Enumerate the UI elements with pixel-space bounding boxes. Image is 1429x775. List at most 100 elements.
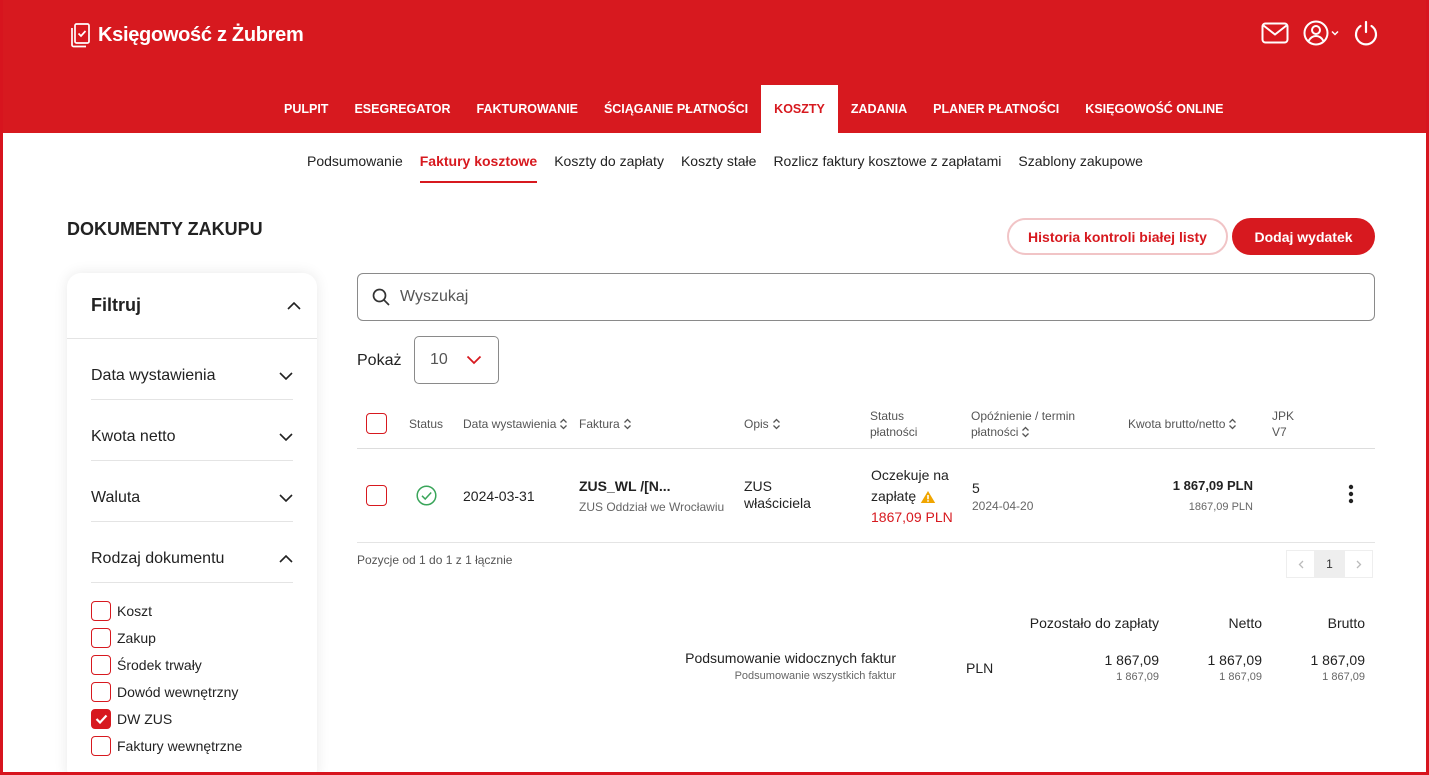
doc-type-option: Faktury wewnętrzne [91,732,293,759]
mail-icon[interactable] [1261,22,1289,44]
col-header-desc[interactable]: Opis [744,416,781,432]
row-invoice-number[interactable]: ZUS_WL /[N... [579,478,671,495]
col-header-invoice[interactable]: Faktura [579,416,632,432]
row-gross-amount: 1 867,09 PLN [1172,478,1253,493]
more-vertical-icon[interactable] [1344,483,1358,505]
row-pay-status-line1: Oczekuje na [871,467,949,483]
filter-section-doc-type[interactable]: Rodzaj dokumentu [91,522,293,583]
row-delay-days: 5 [972,480,980,496]
subnav-koszty-do-zaplaty[interactable]: Koszty do zapłaty [554,153,664,183]
table-row-divider [357,542,1375,543]
nav-sciaganie-platnosci[interactable]: ŚCIĄGANIE PŁATNOŚCI [591,85,761,133]
page-title: DOKUMENTY ZAKUPU [67,219,263,239]
power-icon[interactable] [1353,20,1379,46]
sort-icon [1022,426,1030,438]
checkbox-checked[interactable] [91,708,111,729]
doc-type-option: Zakup [91,624,293,651]
nav-pulpit[interactable]: PULPIT [271,85,341,133]
col-header-amount[interactable]: Kwota brutto/netto [1128,416,1237,432]
filter-section-label: Rodzaj dokumentu [91,550,225,567]
summary-header-remaining: Pozostało do zapłaty [1029,615,1159,631]
nav-koszty[interactable]: KOSZTY [761,85,838,133]
filter-section-currency[interactable]: Waluta [91,461,293,522]
user-menu[interactable] [1303,20,1339,46]
chevron-down-icon [466,355,482,365]
top-header: Księgowość z Żubrem PULPIT ESEGREGATOR F… [0,0,1429,133]
subnav-rozlicz-faktury[interactable]: Rozlicz faktury kosztowe z zapłatami [773,153,1001,183]
filter-section-label: Data wystawienia [91,367,216,384]
col-header-delay[interactable]: Opóźnienie / termin płatności [971,408,1075,440]
col-header-label: V7 [1272,425,1287,439]
history-whitelist-button[interactable]: Historia kontroli białej listy [1007,218,1228,255]
checkbox[interactable] [91,735,111,756]
filter-section-label: Waluta [91,489,141,506]
row-pay-amount: 1867,09 PLN [871,509,953,525]
subnav-faktury-kosztowe[interactable]: Faktury kosztowe [419,153,538,183]
page-size-value: 10 [430,351,448,368]
status-ok-icon [416,485,437,506]
pagination-info: Pozycje od 1 do 1 z 1 łącznie [357,553,513,567]
page-size-select[interactable]: 10 [414,336,499,384]
nav-zadania[interactable]: ZADANIA [838,85,920,133]
pagination-next[interactable] [1344,550,1373,578]
app-title: Księgowość z Żubrem [98,23,304,46]
row-checkbox[interactable] [366,485,387,506]
sort-icon [1229,418,1237,430]
col-header-status: Status [409,417,444,431]
checkbox[interactable] [91,654,111,675]
search-box [357,273,1375,321]
row-invoice-supplier: ZUS Oddział we Wrocławiu [579,500,725,514]
doc-type-option: Koszt [91,597,293,624]
sort-icon [623,418,631,430]
chevron-up-icon [279,555,293,563]
summary-header-net: Netto [1228,615,1262,631]
summary-all-remaining: 1 867,09 [1116,671,1159,683]
add-expense-button[interactable]: Dodaj wydatek [1232,218,1375,255]
filter-section-date[interactable]: Data wystawienia [91,339,293,400]
pagination-prev[interactable] [1286,550,1315,578]
subnav-koszty-stale[interactable]: Koszty stałe [681,153,756,183]
sort-icon [560,418,568,430]
doc-type-option: DW ZUS [91,705,293,732]
chevron-down-icon [279,433,293,441]
col-header-label: JPK [1272,409,1295,423]
summary-currency: PLN [966,660,994,676]
doc-type-option: Dowód wewnętrzny [91,678,293,705]
checkbox[interactable] [91,600,111,621]
sub-nav: Podsumowanie Faktury kosztowe Koszty do … [307,153,1143,183]
select-all-checkbox[interactable] [366,413,387,434]
table-header-divider [357,448,1375,449]
col-header-date[interactable]: Data wystawienia [463,416,568,432]
chevron-up-icon [287,301,301,310]
chevron-right-icon [1356,560,1361,568]
search-input[interactable] [400,288,1300,306]
col-header-label: Status [870,409,905,423]
checkbox[interactable] [91,681,111,702]
subnav-szablony-zakupowe[interactable]: Szablony zakupowe [1018,153,1143,183]
row-desc-line1: ZUS [744,478,772,494]
summary-visible-remaining: 1 867,09 [1104,652,1160,668]
filter-header[interactable]: Filtruj [67,273,317,339]
summary-visible-net: 1 867,09 [1207,652,1263,668]
checkbox[interactable] [91,627,111,648]
checkbox-label: DW ZUS [117,710,173,727]
nav-esegregator[interactable]: ESEGREGATOR [341,85,463,133]
pagination-page[interactable]: 1 [1315,550,1344,578]
filter-panel: Filtruj Data wystawienia Kwota netto Wal… [67,273,317,775]
chevron-down-icon [279,372,293,380]
filter-section-net-amount[interactable]: Kwota netto [91,400,293,461]
app-logo[interactable]: Księgowość z Żubrem [70,22,304,48]
col-header-label: Data wystawienia [463,417,557,431]
subnav-podsumowanie[interactable]: Podsumowanie [307,153,403,183]
summary-all-label: Podsumowanie wszystkich faktur [734,670,896,682]
search-icon [372,288,390,306]
nav-planer-platnosci[interactable]: PLANER PŁATNOŚCI [920,85,1072,133]
filter-section-label: Kwota netto [91,428,176,445]
nav-fakturowanie[interactable]: FAKTUROWANIE [464,85,591,133]
chevron-down-icon [1331,30,1339,36]
row-date: 2024-03-31 [463,488,535,504]
col-header-label: Faktura [579,417,620,431]
nav-ksiegowosc-online[interactable]: KSIĘGOWOŚĆ ONLINE [1072,85,1236,133]
row-pay-status-text: zapłatę [871,488,917,504]
checkbox-label: Koszt [117,602,153,619]
